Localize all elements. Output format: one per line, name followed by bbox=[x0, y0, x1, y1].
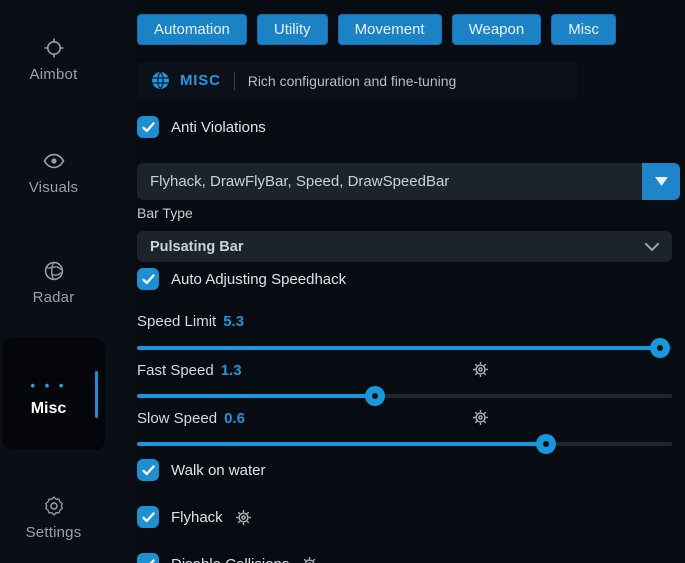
checkbox-label: Disable Collisions bbox=[171, 556, 289, 563]
tab-misc[interactable]: Misc bbox=[551, 14, 616, 45]
section-banner: MISC Rich configuration and fine-tuning bbox=[137, 62, 577, 99]
checkbox-label: Auto Adjusting Speedhack bbox=[171, 271, 346, 288]
tab-weapon[interactable]: Weapon bbox=[452, 14, 542, 45]
speed-limit-label-row: Speed Limit 5.3 bbox=[137, 312, 244, 330]
slider-value: 1.3 bbox=[221, 362, 242, 379]
slider-fill bbox=[137, 394, 375, 398]
sidebar-item-label: Misc bbox=[2, 400, 95, 418]
slider-fill bbox=[137, 442, 546, 446]
chevron-down-icon bbox=[645, 243, 659, 251]
slider-track[interactable] bbox=[137, 346, 672, 350]
divider bbox=[234, 72, 235, 90]
category-tabs: Automation Utility Movement Weapon Misc bbox=[137, 14, 616, 45]
slider-thumb[interactable] bbox=[650, 338, 670, 358]
main-panel: Automation Utility Movement Weapon Misc … bbox=[137, 0, 680, 563]
tab-movement[interactable]: Movement bbox=[338, 14, 442, 45]
gear-icon[interactable] bbox=[235, 509, 252, 526]
slider-value: 5.3 bbox=[223, 313, 244, 330]
checkbox-label: Walk on water bbox=[171, 462, 265, 479]
bar-type-select[interactable]: Pulsating Bar bbox=[137, 231, 672, 262]
globe-icon bbox=[42, 259, 66, 283]
crosshair-icon bbox=[42, 36, 66, 60]
eye-icon bbox=[42, 149, 66, 173]
disable-collisions-row[interactable]: Disable Collisions bbox=[137, 552, 318, 563]
slow-speed-label-row: Slow Speed 0.6 bbox=[137, 409, 672, 427]
sidebar-item-settings[interactable]: Settings bbox=[0, 494, 107, 542]
triangle-down-icon bbox=[655, 177, 668, 186]
slow-speed-slider[interactable] bbox=[137, 434, 672, 454]
gear-icon[interactable] bbox=[472, 409, 489, 426]
dots-icon: • • • bbox=[2, 378, 95, 393]
sidebar-item-visuals[interactable]: Visuals bbox=[0, 149, 107, 197]
sidebar-item-radar[interactable]: Radar bbox=[0, 259, 107, 307]
auto-adjusting-row[interactable]: Auto Adjusting Speedhack bbox=[137, 267, 346, 291]
flyhack-checkbox[interactable] bbox=[137, 506, 159, 528]
sidebar-item-aimbot[interactable]: Aimbot bbox=[0, 36, 107, 84]
sidebar-item-label: Visuals bbox=[29, 179, 78, 196]
slider-value: 0.6 bbox=[224, 410, 245, 427]
disable-collisions-checkbox[interactable] bbox=[137, 553, 159, 563]
active-indicator bbox=[95, 371, 98, 418]
checkbox-label: Flyhack bbox=[171, 509, 223, 526]
auto-adjusting-checkbox[interactable] bbox=[137, 268, 159, 290]
anti-violations-checkbox[interactable] bbox=[137, 116, 159, 138]
section-title: MISC bbox=[180, 72, 221, 89]
globe-icon bbox=[151, 71, 170, 90]
slider-track[interactable] bbox=[137, 394, 672, 398]
speed-limit-slider[interactable] bbox=[137, 338, 672, 358]
tab-automation[interactable]: Automation bbox=[137, 14, 247, 45]
sidebar-item-label: Aimbot bbox=[30, 66, 78, 83]
slider-thumb[interactable] bbox=[365, 386, 385, 406]
sidebar-item-label: Radar bbox=[33, 289, 75, 306]
gear-icon bbox=[42, 494, 66, 518]
dropdown-open-button[interactable] bbox=[642, 163, 680, 200]
walk-on-water-checkbox[interactable] bbox=[137, 459, 159, 481]
walk-on-water-row[interactable]: Walk on water bbox=[137, 458, 265, 482]
bar-type-value: Pulsating Bar bbox=[150, 239, 243, 255]
sidebar: Aimbot Visuals Radar • • • Misc bbox=[0, 0, 135, 563]
tab-utility[interactable]: Utility bbox=[257, 14, 328, 45]
checkbox-label: Anti Violations bbox=[171, 119, 266, 136]
slider-label: Slow Speed bbox=[137, 410, 217, 427]
gear-icon[interactable] bbox=[301, 556, 318, 563]
fast-speed-label-row: Fast Speed 1.3 bbox=[137, 361, 672, 379]
bar-multiselect-value[interactable]: Flyhack, DrawFlyBar, Speed, DrawSpeedBar bbox=[137, 163, 642, 200]
bar-type-label: Bar Type bbox=[137, 205, 193, 221]
slider-thumb[interactable] bbox=[536, 434, 556, 454]
gear-icon[interactable] bbox=[472, 361, 489, 378]
fast-speed-slider[interactable] bbox=[137, 386, 672, 406]
bar-multiselect[interactable]: Flyhack, DrawFlyBar, Speed, DrawSpeedBar bbox=[137, 163, 680, 200]
slider-label: Speed Limit bbox=[137, 313, 216, 330]
flyhack-row[interactable]: Flyhack bbox=[137, 505, 252, 529]
slider-fill bbox=[137, 346, 660, 350]
slider-track[interactable] bbox=[137, 442, 672, 446]
sidebar-item-label: Settings bbox=[26, 524, 82, 541]
sidebar-item-misc-selected[interactable]: • • • Misc bbox=[2, 338, 105, 450]
anti-violations-row[interactable]: Anti Violations bbox=[137, 115, 266, 139]
section-subtitle: Rich configuration and fine-tuning bbox=[248, 73, 457, 89]
slider-label: Fast Speed bbox=[137, 362, 214, 379]
